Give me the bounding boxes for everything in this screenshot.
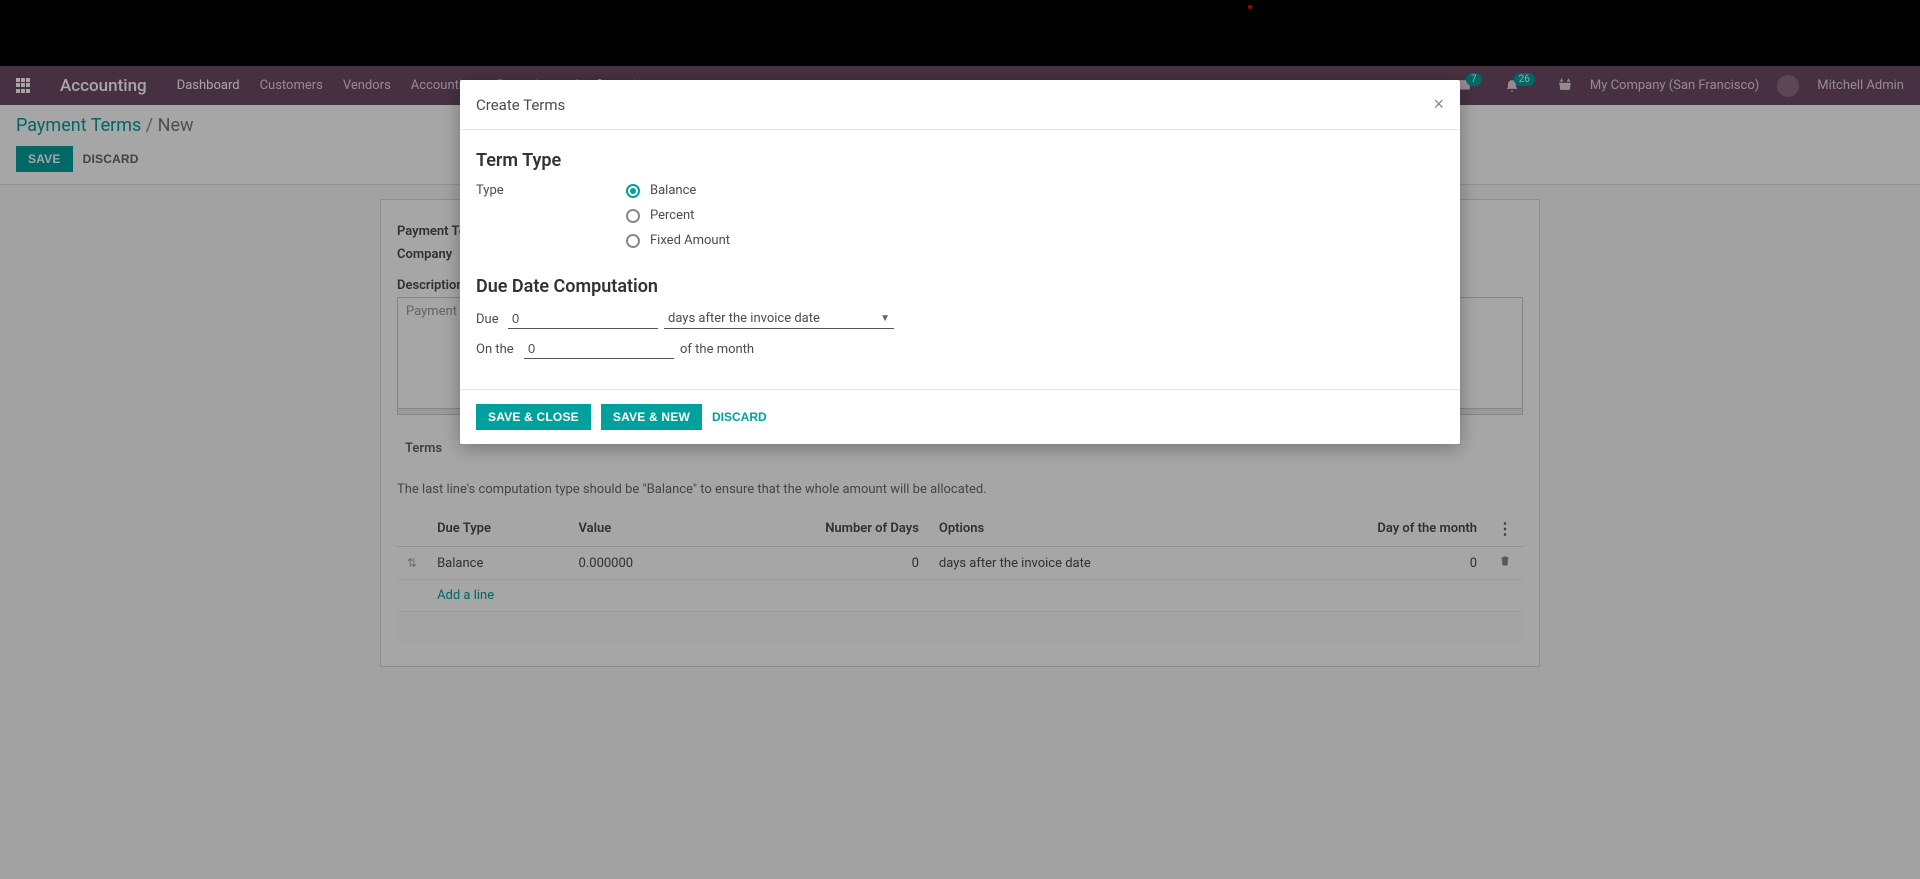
section-term-type: Term Type xyxy=(476,150,1444,171)
modal-backdrop: Create Terms × Term Type Type Balance Pe… xyxy=(0,0,1920,879)
of-month-label: of the month xyxy=(680,342,754,357)
modal-title: Create Terms xyxy=(476,96,565,114)
day-of-month-input[interactable] xyxy=(524,339,674,359)
radio-percent[interactable] xyxy=(626,209,640,223)
due-label: Due xyxy=(476,312,502,327)
close-icon[interactable]: × xyxy=(1433,94,1444,115)
radio-balance[interactable] xyxy=(626,184,640,198)
create-terms-modal: Create Terms × Term Type Type Balance Pe… xyxy=(460,80,1460,444)
save-new-button[interactable]: Save & New xyxy=(601,404,702,430)
save-close-button[interactable]: Save & Close xyxy=(476,404,591,430)
chevron-down-icon: ▼ xyxy=(880,313,890,324)
radio-fixed[interactable] xyxy=(626,234,640,248)
on-the-label: On the xyxy=(476,342,518,357)
modal-discard-button[interactable]: Discard xyxy=(712,410,767,424)
type-label: Type xyxy=(476,183,504,198)
section-due-date: Due Date Computation xyxy=(476,276,1444,297)
due-days-input[interactable] xyxy=(508,309,658,329)
due-option-select[interactable]: days after the invoice date ▼ xyxy=(664,309,894,329)
